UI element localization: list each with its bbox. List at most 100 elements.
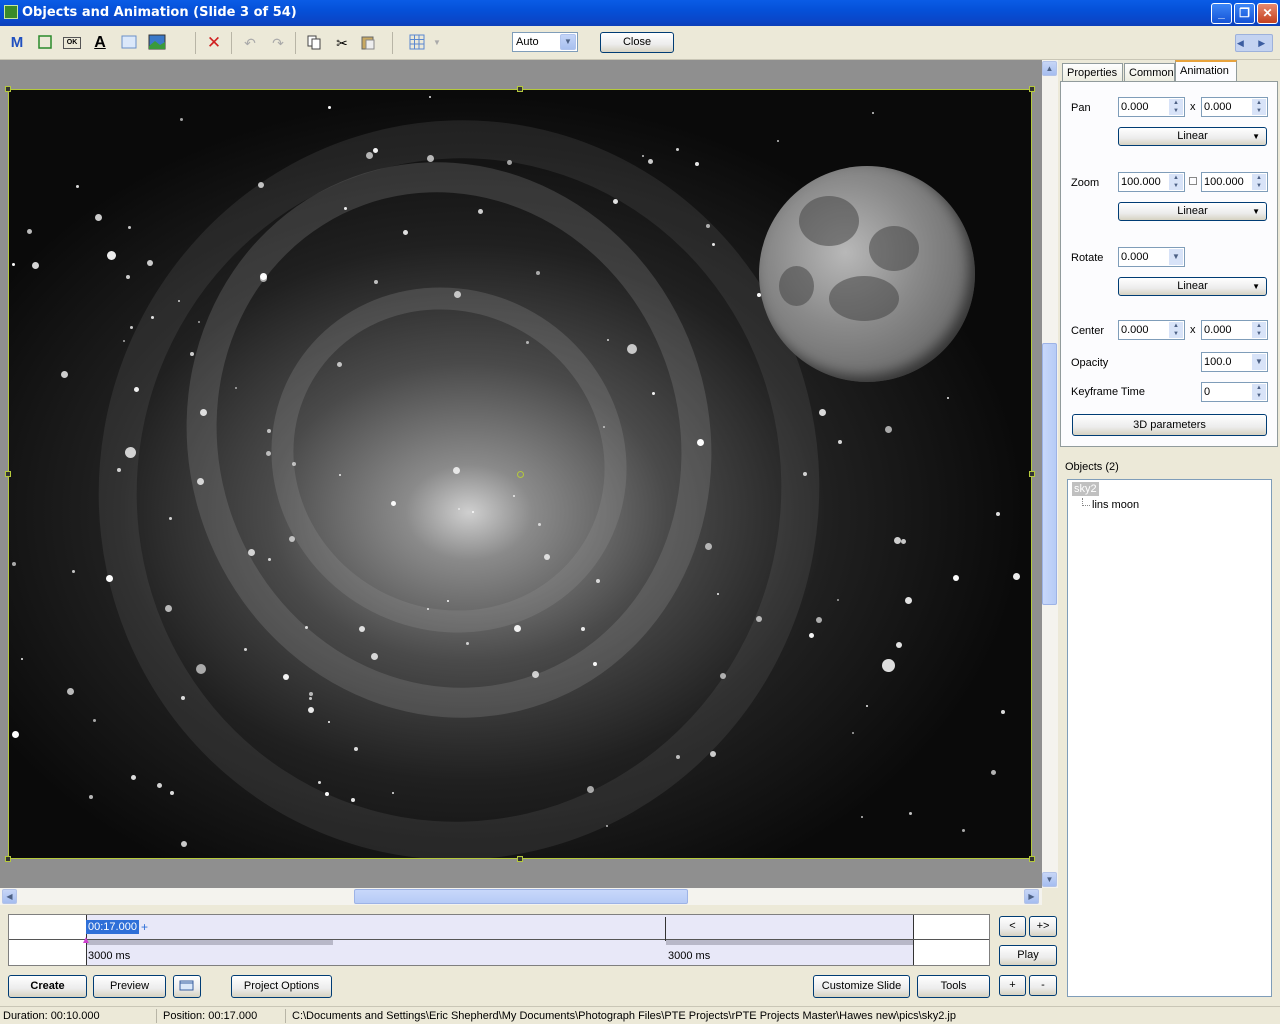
chevron-down-icon[interactable]: ▼ [1252, 354, 1266, 370]
zoom-x-field[interactable]: 100.000 ▲ ▼ [1118, 172, 1185, 192]
next-keyframe-button[interactable]: +> [1029, 916, 1057, 937]
spinner-icon[interactable]: ▲ ▼ [1252, 99, 1266, 115]
resize-handle[interactable] [517, 86, 523, 92]
tab-properties[interactable]: Properties [1062, 63, 1123, 82]
window-icon[interactable] [173, 975, 201, 998]
pan-mode-select[interactable]: Linear ▼ [1118, 127, 1267, 146]
preview-button[interactable]: Preview [93, 975, 166, 998]
m-icon[interactable]: M [8, 34, 26, 52]
rect-icon[interactable] [36, 34, 54, 52]
grid-icon[interactable] [408, 34, 426, 52]
star [374, 280, 378, 284]
center-y-field[interactable]: 0.000 ▲ ▼ [1201, 320, 1268, 340]
tools-button[interactable]: Tools [917, 975, 990, 998]
chevron-down-icon[interactable]: ▼ [1169, 249, 1183, 265]
resize-handle[interactable] [1029, 471, 1035, 477]
zoom-y-field[interactable]: 100.000 ▲ ▼ [1201, 172, 1268, 192]
grid-dropdown-icon[interactable]: ▼ [428, 34, 446, 52]
remove-keyframe-button[interactable]: - [1029, 975, 1057, 996]
minimize-button[interactable]: _ [1211, 3, 1232, 24]
star [991, 770, 996, 775]
star [581, 627, 585, 631]
star [147, 260, 153, 266]
objects-tree[interactable]: sky2 lins moon [1067, 479, 1272, 997]
scroll-up-icon[interactable]: ▲ [1042, 61, 1057, 76]
delete-icon[interactable]: ✕ [205, 34, 223, 52]
pan-y-field[interactable]: 0.000 ▲ ▼ [1201, 97, 1268, 117]
tab-common[interactable]: Common [1124, 63, 1175, 82]
resize-handle[interactable] [5, 856, 11, 862]
prev-keyframe-button[interactable]: < [999, 916, 1026, 937]
ok-icon[interactable]: OK [63, 37, 81, 49]
add-keyframe-button[interactable]: + [999, 975, 1026, 996]
resize-handle[interactable] [517, 856, 523, 862]
spinner-icon[interactable]: ▲ ▼ [1169, 99, 1183, 115]
maximize-button[interactable]: ❐ [1234, 3, 1255, 24]
zoom-select[interactable]: Auto ▼ [512, 32, 578, 52]
play-button[interactable]: Play [999, 945, 1057, 966]
vertical-scroll-thumb[interactable] [1042, 343, 1057, 605]
scroll-down-icon[interactable]: ▼ [1042, 872, 1057, 887]
opacity-field[interactable]: 100.0 ▼ [1201, 352, 1268, 372]
star [318, 781, 321, 784]
create-button[interactable]: Create [8, 975, 87, 998]
scroll-right-icon[interactable]: ▶ [1024, 889, 1039, 904]
redo-icon[interactable]: ↷ [269, 34, 287, 52]
star [190, 352, 194, 356]
star [180, 118, 183, 121]
frame-icon[interactable] [120, 34, 138, 52]
zoom-mode-select[interactable]: Linear ▼ [1118, 202, 1267, 221]
nav-arrows-button[interactable]: ◀ ▶ [1235, 34, 1273, 52]
project-options-button[interactable]: Project Options [231, 975, 332, 998]
timeline-add-icon[interactable]: + [141, 920, 148, 934]
spinner-icon[interactable]: ▲ ▼ [1252, 322, 1266, 338]
tab-strip: Properties Common Animation [1062, 60, 1276, 82]
spinner-icon[interactable]: ▲ ▼ [1169, 174, 1183, 190]
text-icon[interactable]: A [91, 34, 109, 52]
moon[interactable] [759, 166, 975, 382]
star [125, 447, 136, 458]
cut-icon[interactable]: ✂ [333, 34, 351, 52]
pan-x-field[interactable]: 0.000 ▲ ▼ [1118, 97, 1185, 117]
scroll-left-icon[interactable]: ◀ [2, 889, 17, 904]
resize-handle[interactable] [1029, 856, 1035, 862]
resize-handle[interactable] [1029, 86, 1035, 92]
horizontal-scroll-thumb[interactable] [354, 889, 688, 904]
star [266, 451, 271, 456]
3d-parameters-button[interactable]: 3D parameters [1072, 414, 1267, 436]
resize-handle[interactable] [5, 471, 11, 477]
close-window-button[interactable]: ✕ [1257, 3, 1278, 24]
rotate-field[interactable]: 0.000 ▼ [1118, 247, 1185, 267]
keyframe-field[interactable]: 0 ▲ ▼ [1201, 382, 1268, 402]
star [603, 426, 605, 428]
status-divider [156, 1009, 157, 1023]
image-icon[interactable] [148, 34, 166, 52]
moon-mare [799, 196, 859, 246]
tree-item-sky2[interactable]: sky2 [1072, 482, 1099, 496]
rotate-mode-select[interactable]: Linear ▼ [1118, 277, 1267, 296]
spinner-icon[interactable]: ▲ ▼ [1252, 174, 1266, 190]
center-point[interactable] [517, 471, 524, 478]
close-button[interactable]: Close [600, 32, 674, 53]
star [852, 732, 854, 734]
timeline-transition-marker[interactable] [665, 917, 666, 941]
star [392, 792, 394, 794]
zoom-link-checkbox[interactable] [1189, 177, 1197, 185]
paste-icon[interactable] [359, 34, 377, 52]
timeline[interactable]: 00:17.000 + ▲ 3000 ms 3000 ms [8, 914, 990, 966]
star [328, 106, 331, 109]
spinner-icon[interactable]: ▲ ▼ [1252, 384, 1266, 400]
x-separator: x [1190, 101, 1196, 113]
star [606, 825, 608, 827]
center-x-field[interactable]: 0.000 ▲ ▼ [1118, 320, 1185, 340]
resize-handle[interactable] [5, 86, 11, 92]
star [454, 291, 461, 298]
customize-slide-button[interactable]: Customize Slide [813, 975, 910, 998]
spinner-icon[interactable]: ▲ ▼ [1169, 322, 1183, 338]
star [170, 791, 174, 795]
playhead-icon[interactable]: ▲ [81, 935, 91, 947]
tab-animation[interactable]: Animation [1175, 60, 1237, 82]
tree-item-lins-moon[interactable]: lins moon [1090, 498, 1141, 512]
undo-icon[interactable]: ↶ [241, 34, 259, 52]
copy-icon[interactable] [305, 34, 323, 52]
